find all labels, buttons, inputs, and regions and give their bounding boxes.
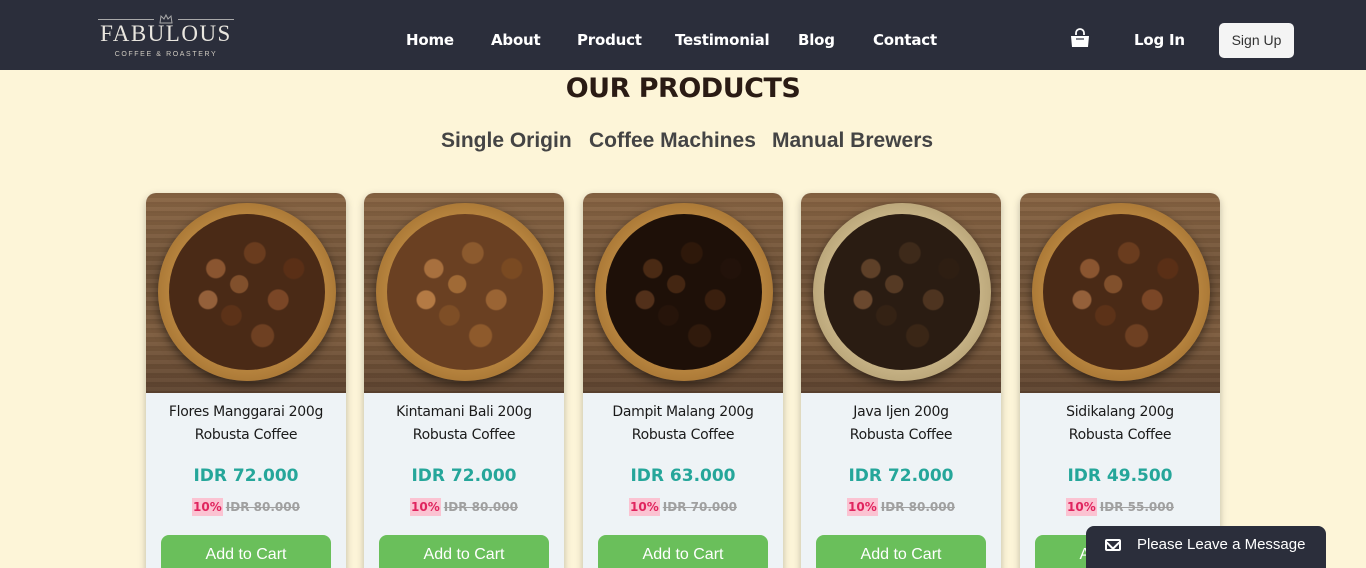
nav-testimonial[interactable]: Testimonial	[675, 30, 770, 50]
original-price: IDR 55.000	[1099, 500, 1174, 514]
leave-message-widget[interactable]: Please Leave a Message	[1086, 526, 1326, 568]
product-name: Java Ijen 200g Robusta Coffee	[849, 404, 953, 443]
brand-logo[interactable]: FABULOUS COFFEE & ROASTERY	[98, 8, 234, 62]
nav-about[interactable]: About	[491, 30, 541, 50]
product-name: Sidikalang 200g Robusta Coffee	[1066, 404, 1174, 443]
discount-badge: 10%	[847, 498, 878, 516]
product-card[interactable]: Sidikalang 200g Robusta Coffee IDR 49.50…	[1020, 193, 1220, 568]
product-price: IDR 49.500	[1067, 466, 1173, 486]
product-price: IDR 72.000	[411, 466, 517, 486]
brand-name: FABULOUS	[100, 21, 232, 46]
discount-badge: 10%	[410, 498, 441, 516]
login-link[interactable]: Log In	[1134, 30, 1185, 50]
nav-home[interactable]: Home	[406, 30, 454, 50]
discount-row: 10% IDR 70.000	[583, 496, 783, 518]
product-image[interactable]	[583, 193, 783, 393]
product-name: Kintamani Bali 200g Robusta Coffee	[396, 404, 532, 443]
product-image[interactable]	[1020, 193, 1220, 393]
original-price: IDR 80.000	[443, 500, 518, 514]
tab-coffee-machines[interactable]: Coffee Machines	[589, 129, 756, 153]
tab-single-origin[interactable]: Single Origin	[441, 129, 572, 153]
product-card[interactable]: Kintamani Bali 200g Robusta Coffee IDR 7…	[364, 193, 564, 568]
original-price: IDR 80.000	[880, 500, 955, 514]
product-card[interactable]: Flores Manggarai 200g Robusta Coffee IDR…	[146, 193, 346, 568]
add-to-cart-button[interactable]: Add to Cart	[379, 535, 549, 568]
top-navbar: FABULOUS COFFEE & ROASTERY Home About Pr…	[0, 0, 1366, 70]
section-title: OUR PRODUCTS	[565, 73, 801, 104]
envelope-icon	[1105, 539, 1121, 551]
product-image[interactable]	[364, 193, 564, 393]
product-image[interactable]	[801, 193, 1001, 393]
nav-product[interactable]: Product	[577, 30, 642, 50]
add-to-cart-button[interactable]: Add to Cart	[816, 535, 986, 568]
tab-manual-brewers[interactable]: Manual Brewers	[772, 129, 933, 153]
discount-row: 10% IDR 80.000	[364, 496, 564, 518]
product-name: Dampit Malang 200g Robusta Coffee	[612, 404, 754, 443]
brand-tagline: COFFEE & ROASTERY	[114, 51, 218, 58]
original-price: IDR 80.000	[225, 500, 300, 514]
discount-row: 10% IDR 80.000	[146, 496, 346, 518]
nav-blog[interactable]: Blog	[798, 30, 835, 50]
leave-message-label: Please Leave a Message	[1137, 536, 1306, 553]
product-price: IDR 72.000	[848, 466, 954, 486]
add-to-cart-button[interactable]: Add to Cart	[161, 535, 331, 568]
product-name: Flores Manggarai 200g Robusta Coffee	[168, 404, 324, 443]
discount-badge: 10%	[192, 498, 223, 516]
original-price: IDR 70.000	[662, 500, 737, 514]
product-image[interactable]	[146, 193, 346, 393]
product-card[interactable]: Java Ijen 200g Robusta Coffee IDR 72.000…	[801, 193, 1001, 568]
signup-button[interactable]: Sign Up	[1219, 23, 1294, 58]
add-to-cart-button[interactable]: Add to Cart	[598, 535, 768, 568]
shopping-bag-icon[interactable]	[1069, 28, 1091, 50]
nav-contact[interactable]: Contact	[873, 30, 937, 50]
discount-badge: 10%	[629, 498, 660, 516]
discount-badge: 10%	[1066, 498, 1097, 516]
discount-row: 10% IDR 55.000	[1020, 496, 1220, 518]
discount-row: 10% IDR 80.000	[801, 496, 1001, 518]
product-card[interactable]: Dampit Malang 200g Robusta Coffee IDR 63…	[583, 193, 783, 568]
product-price: IDR 63.000	[630, 466, 736, 486]
product-price: IDR 72.000	[193, 466, 299, 486]
